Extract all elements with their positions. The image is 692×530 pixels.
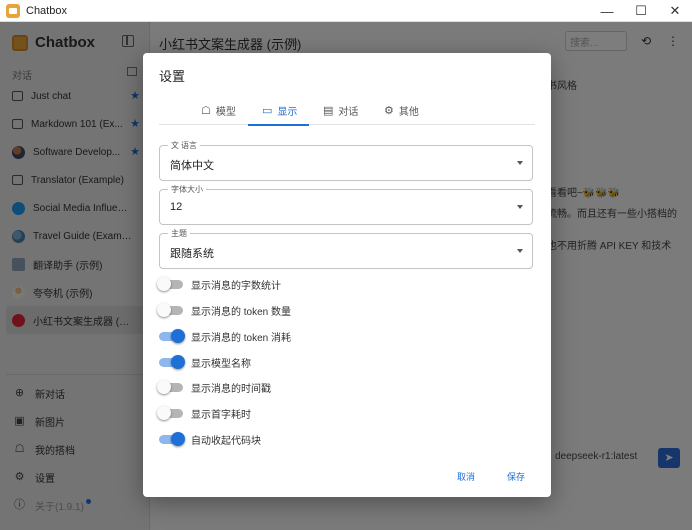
switch[interactable] xyxy=(157,328,185,344)
toggle-word-count[interactable]: 显示消息的字数统计 xyxy=(157,274,281,294)
dialog-title: 设置 xyxy=(159,69,186,84)
tab-label: 模型 xyxy=(215,106,236,118)
font-size-label: 字体大小 xyxy=(168,184,206,195)
tab-label: 显示 xyxy=(277,106,298,118)
robot-icon: ☖ xyxy=(201,104,211,117)
window-titlebar: Chatbox — ☐ ✕ xyxy=(0,0,692,22)
toggle-label: 显示消息的字数统计 xyxy=(191,280,281,292)
settings-dialog: 设置 ☖ 模型 ▭ 显示 ▤ 对话 ⚙ 其他 文语言 简体中文 字体大小 12 … xyxy=(143,53,551,497)
tab-chat[interactable]: ▤ 对话 xyxy=(323,95,358,125)
chat-icon: ▤ xyxy=(323,104,334,117)
switch[interactable] xyxy=(157,405,185,421)
tab-other[interactable]: ⚙ 其他 xyxy=(384,95,419,125)
toggle-token-usage[interactable]: 显示消息的 token 消耗 xyxy=(157,326,291,346)
toggle-timestamp[interactable]: 显示消息的时间戳 xyxy=(157,377,271,397)
translate-icon: 文 xyxy=(171,141,179,150)
toggle-label: 显示首字耗时 xyxy=(191,409,251,421)
field-label: 语言 xyxy=(181,141,197,150)
tab-model[interactable]: ☖ 模型 xyxy=(201,95,236,125)
active-tab-indicator xyxy=(248,124,309,126)
tab-label: 其他 xyxy=(398,106,419,118)
display-icon: ▭ xyxy=(262,104,273,117)
theme-select[interactable]: 主题 跟随系统 xyxy=(159,228,533,269)
theme-label: 主题 xyxy=(168,228,190,239)
toggle-label: 显示消息的时间戳 xyxy=(191,383,271,395)
toggle-label: 自动收起代码块 xyxy=(191,435,261,447)
toggle-token-count[interactable]: 显示消息的 token 数量 xyxy=(157,300,291,320)
toggle-first-token-latency[interactable]: 显示首字耗时 xyxy=(157,403,251,423)
window-controls: — ☐ ✕ xyxy=(590,0,692,22)
toggle-collapse-code[interactable]: 自动收起代码块 xyxy=(157,429,261,449)
window-title: Chatbox xyxy=(26,4,67,17)
maximize-button[interactable]: ☐ xyxy=(624,0,658,22)
language-value: 简体中文 xyxy=(170,160,214,172)
save-button[interactable]: 保存 xyxy=(497,466,535,487)
toggle-label: 显示消息的 token 数量 xyxy=(191,306,292,318)
chatbox-app-icon xyxy=(6,3,20,18)
settings-tabs: ☖ 模型 ▭ 显示 ▤ 对话 ⚙ 其他 xyxy=(159,95,535,126)
switch[interactable] xyxy=(157,379,185,395)
minimize-button[interactable]: — xyxy=(590,0,624,22)
close-window-button[interactable]: ✕ xyxy=(658,0,692,22)
switch[interactable] xyxy=(157,354,185,370)
switch[interactable] xyxy=(157,431,185,447)
font-size-select[interactable]: 字体大小 12 xyxy=(159,184,533,225)
toggle-label: 显示模型名称 xyxy=(191,358,251,370)
theme-value: 跟随系统 xyxy=(170,248,214,260)
chevron-down-icon xyxy=(517,249,523,253)
switch[interactable] xyxy=(157,276,185,292)
chevron-down-icon xyxy=(517,161,523,165)
toggle-model-name[interactable]: 显示模型名称 xyxy=(157,352,251,372)
switch[interactable] xyxy=(157,302,185,318)
language-label: 文语言 xyxy=(168,140,200,151)
gear-icon: ⚙ xyxy=(384,104,394,117)
toggle-label: 显示消息的 token 消耗 xyxy=(191,332,292,344)
dialog-actions: 取消 保存 xyxy=(435,466,535,487)
chevron-down-icon xyxy=(517,205,523,209)
font-size-value: 12 xyxy=(170,201,183,213)
tab-display[interactable]: ▭ 显示 xyxy=(262,95,297,125)
language-select[interactable]: 文语言 简体中文 xyxy=(159,140,533,181)
tab-label: 对话 xyxy=(338,106,359,118)
cancel-button[interactable]: 取消 xyxy=(447,466,485,487)
